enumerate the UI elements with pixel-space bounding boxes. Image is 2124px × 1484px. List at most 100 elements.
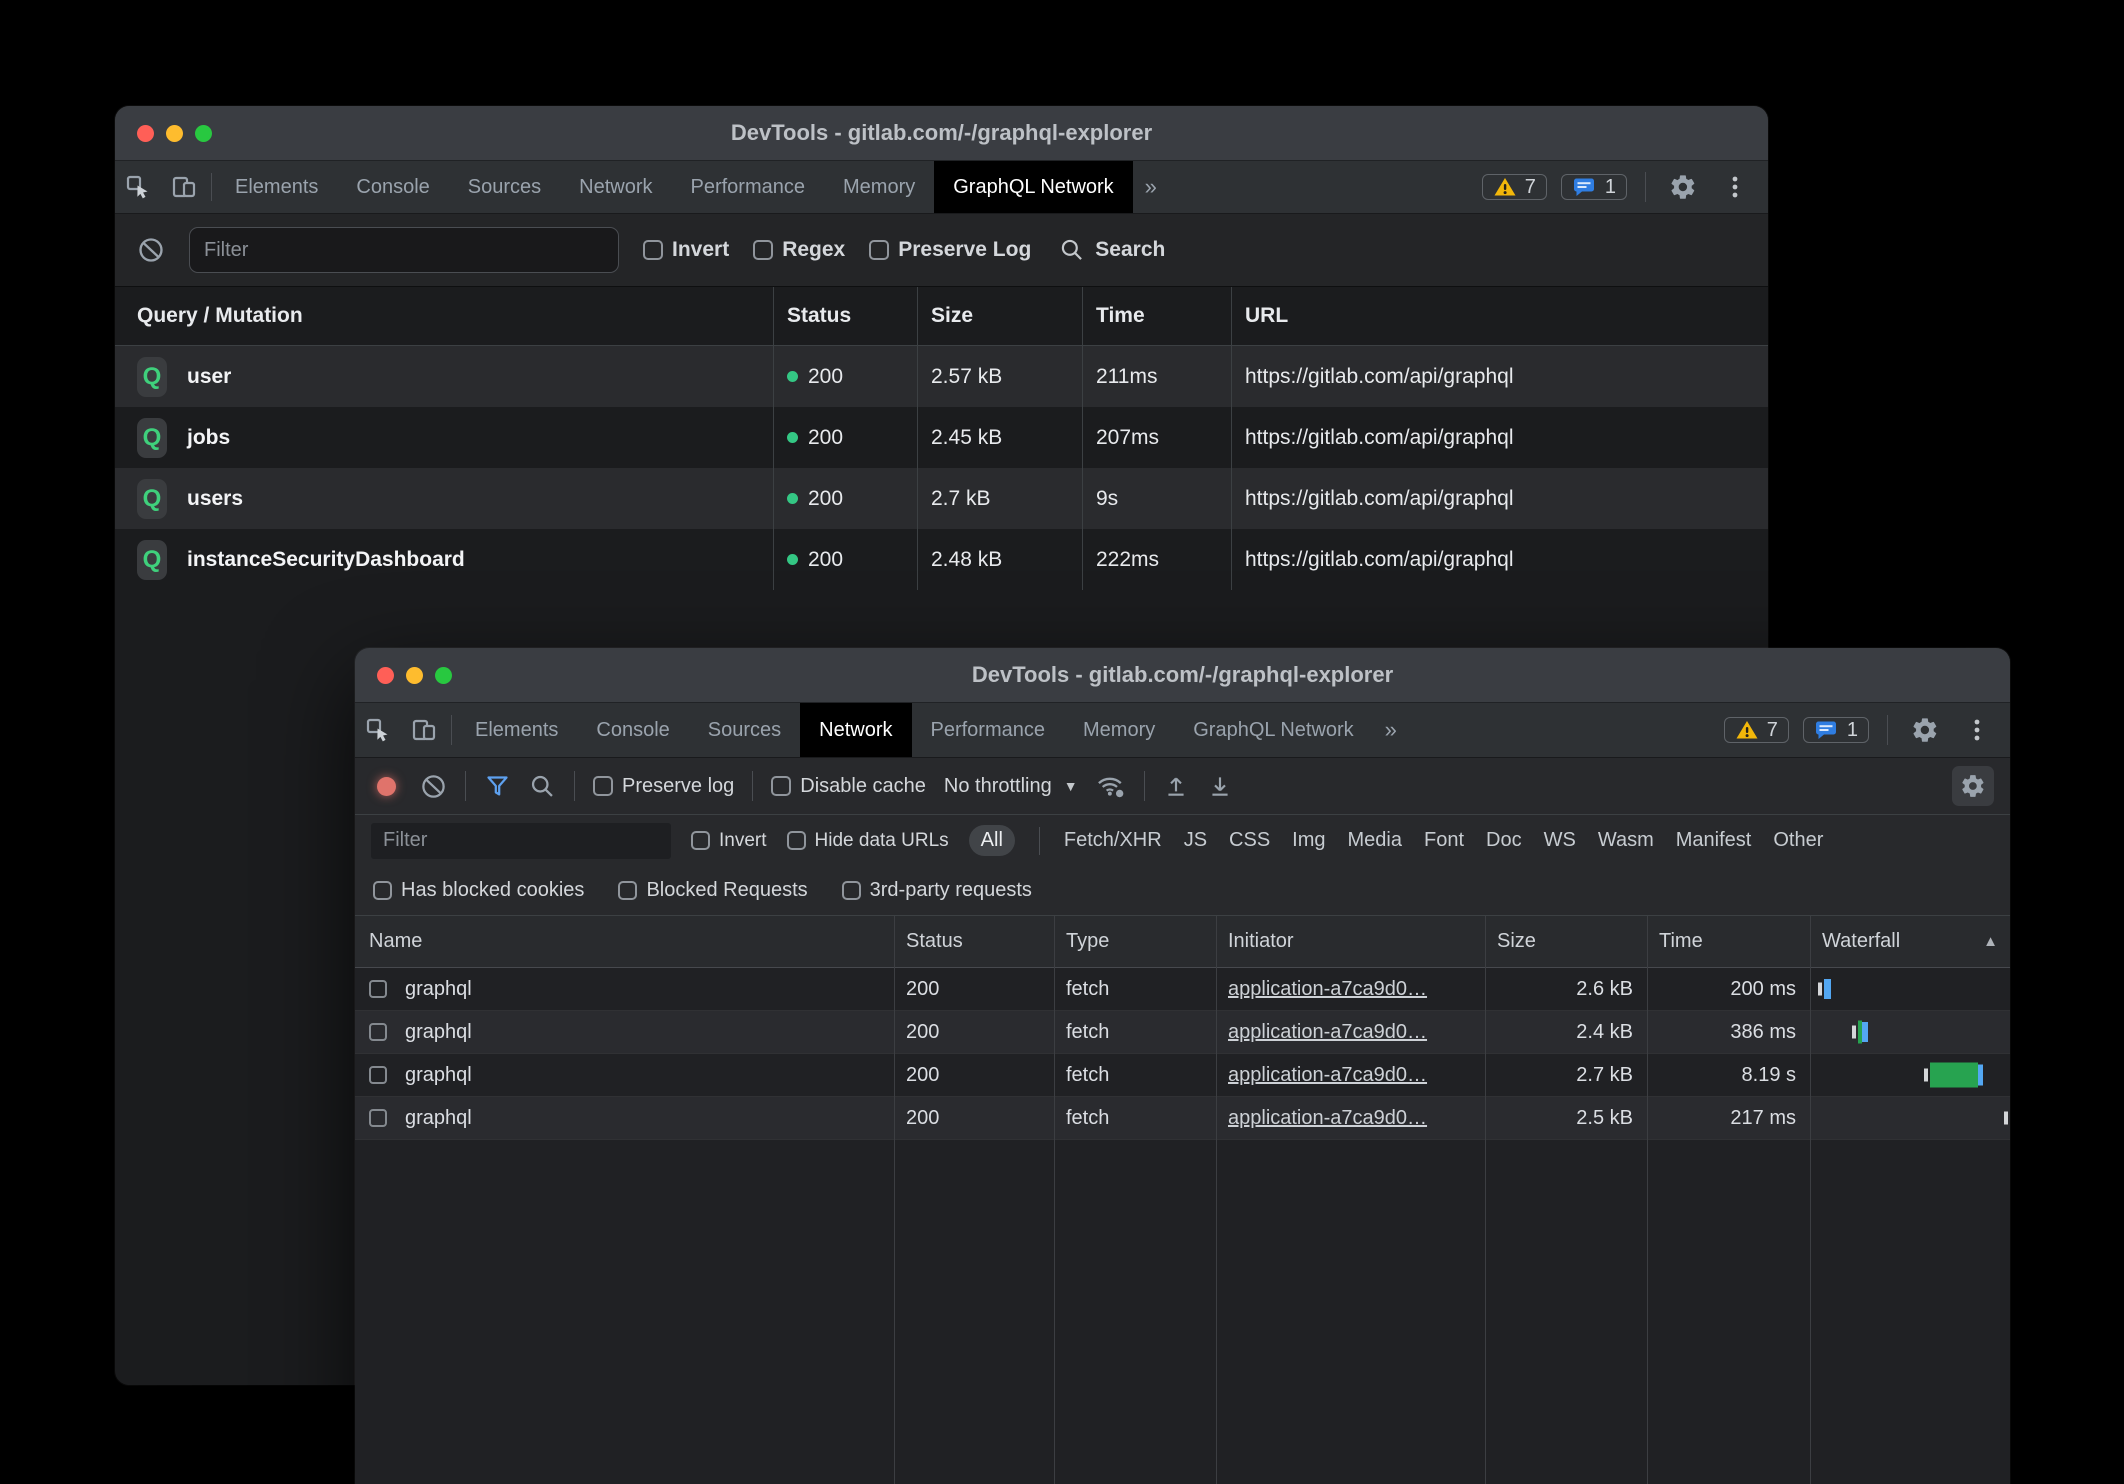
- issues-badge[interactable]: 1: [1803, 717, 1869, 743]
- issues-badge[interactable]: 1: [1561, 174, 1627, 200]
- title-bar[interactable]: DevTools - gitlab.com/-/graphql-explorer: [355, 648, 2010, 703]
- inspect-element-button[interactable]: [115, 161, 161, 213]
- header-url[interactable]: URL: [1231, 304, 1768, 328]
- third-party-requests-checkbox[interactable]: [842, 881, 861, 900]
- initiator-link[interactable]: application-a7ca9d0…: [1228, 1107, 1427, 1129]
- title-bar[interactable]: DevTools - gitlab.com/-/graphql-explorer: [115, 106, 1768, 161]
- tab-memory[interactable]: Memory: [824, 161, 934, 213]
- third-party-requests-checkbox-group[interactable]: 3rd-party requests: [842, 879, 1032, 902]
- waterfall-cell[interactable]: [1810, 1011, 2010, 1053]
- device-toolbar-button[interactable]: [161, 161, 207, 213]
- hide-data-urls-checkbox[interactable]: [787, 831, 806, 850]
- row-checkbox[interactable]: [369, 1023, 387, 1041]
- chip-manifest[interactable]: Manifest: [1676, 829, 1752, 852]
- tab-memory[interactable]: Memory: [1064, 703, 1174, 757]
- inspect-element-button[interactable]: [355, 703, 401, 757]
- chip-font[interactable]: Font: [1424, 829, 1464, 852]
- chip-all[interactable]: All: [969, 825, 1015, 856]
- header-size[interactable]: Size: [917, 304, 1082, 328]
- tab-elements[interactable]: Elements: [216, 161, 337, 213]
- has-blocked-cookies-checkbox[interactable]: [373, 881, 392, 900]
- filter-input[interactable]: [371, 823, 671, 859]
- filter-input[interactable]: [189, 227, 619, 273]
- import-har-button[interactable]: [1163, 773, 1189, 799]
- table-row[interactable]: graphql 200 fetch application-a7ca9d0… 2…: [355, 1054, 2010, 1097]
- search-control[interactable]: Search: [1059, 237, 1165, 263]
- tab-performance[interactable]: Performance: [672, 161, 825, 213]
- preserve-log-checkbox-group[interactable]: Preserve log: [593, 775, 734, 798]
- network-conditions-button[interactable]: [1096, 772, 1126, 800]
- chip-media[interactable]: Media: [1348, 829, 1402, 852]
- disable-cache-checkbox[interactable]: [771, 776, 791, 796]
- more-tabs-chevron[interactable]: »: [1373, 703, 1409, 757]
- tab-network[interactable]: Network: [560, 161, 671, 213]
- waterfall-cell[interactable]: [1810, 1097, 2010, 1139]
- header-time[interactable]: Time: [1647, 930, 1810, 953]
- table-row[interactable]: Q users 200 2.7 kB 9s https://gitlab.com…: [115, 468, 1768, 529]
- hide-data-urls-checkbox-group[interactable]: Hide data URLs: [787, 830, 949, 852]
- waterfall-cell[interactable]: [1810, 1054, 2010, 1096]
- preserve-log-checkbox[interactable]: [593, 776, 613, 796]
- initiator-link[interactable]: application-a7ca9d0…: [1228, 1064, 1427, 1086]
- row-checkbox[interactable]: [369, 1109, 387, 1127]
- blocked-requests-checkbox[interactable]: [618, 881, 637, 900]
- chip-fetch-xhr[interactable]: Fetch/XHR: [1064, 829, 1162, 852]
- device-toolbar-button[interactable]: [401, 703, 447, 757]
- record-network-log-button[interactable]: [377, 777, 396, 796]
- more-options-button[interactable]: [1712, 174, 1758, 200]
- chip-ws[interactable]: WS: [1544, 829, 1576, 852]
- chip-doc[interactable]: Doc: [1486, 829, 1522, 852]
- throttling-select[interactable]: No throttling ▼: [944, 775, 1078, 798]
- tab-graphql-network[interactable]: GraphQL Network: [934, 161, 1132, 213]
- chip-js[interactable]: JS: [1184, 829, 1207, 852]
- waterfall-cell[interactable]: [1810, 968, 2010, 1010]
- header-status[interactable]: Status: [894, 930, 1054, 953]
- header-type[interactable]: Type: [1054, 930, 1216, 953]
- initiator-link[interactable]: application-a7ca9d0…: [1228, 978, 1427, 1000]
- tab-performance[interactable]: Performance: [912, 703, 1065, 757]
- header-size[interactable]: Size: [1485, 930, 1647, 953]
- row-checkbox[interactable]: [369, 980, 387, 998]
- regex-checkbox[interactable]: [753, 240, 773, 260]
- blocked-requests-checkbox-group[interactable]: Blocked Requests: [618, 879, 807, 902]
- invert-checkbox[interactable]: [643, 240, 663, 260]
- clear-network-log-button[interactable]: [420, 773, 447, 800]
- tab-network[interactable]: Network: [800, 703, 911, 757]
- invert-checkbox[interactable]: [691, 831, 710, 850]
- invert-checkbox-group[interactable]: Invert: [691, 830, 767, 852]
- more-options-button[interactable]: [1954, 717, 2000, 743]
- settings-button[interactable]: [1660, 173, 1706, 201]
- disable-cache-checkbox-group[interactable]: Disable cache: [771, 775, 926, 798]
- warnings-badge[interactable]: 7: [1482, 174, 1547, 200]
- warnings-badge[interactable]: 7: [1724, 717, 1789, 743]
- table-row[interactable]: graphql 200 fetch application-a7ca9d0… 2…: [355, 968, 2010, 1011]
- settings-button[interactable]: [1902, 716, 1948, 744]
- preserve-log-checkbox[interactable]: [869, 240, 889, 260]
- regex-checkbox-group[interactable]: Regex: [753, 238, 845, 262]
- tab-elements[interactable]: Elements: [456, 703, 577, 757]
- network-settings-button[interactable]: [1952, 766, 1994, 806]
- filter-toggle-button[interactable]: [484, 773, 511, 800]
- chip-other[interactable]: Other: [1773, 829, 1823, 852]
- search-network-button[interactable]: [529, 773, 556, 800]
- header-name[interactable]: Name: [355, 930, 894, 953]
- has-blocked-cookies-checkbox-group[interactable]: Has blocked cookies: [373, 879, 584, 902]
- tab-sources[interactable]: Sources: [449, 161, 560, 213]
- chip-wasm[interactable]: Wasm: [1598, 829, 1654, 852]
- header-waterfall[interactable]: Waterfall ▲: [1810, 916, 2010, 967]
- initiator-link[interactable]: application-a7ca9d0…: [1228, 1021, 1427, 1043]
- table-row[interactable]: Q instanceSecurityDashboard 200 2.48 kB …: [115, 529, 1768, 590]
- clear-button[interactable]: [137, 236, 165, 264]
- chip-img[interactable]: Img: [1292, 829, 1325, 852]
- invert-checkbox-group[interactable]: Invert: [643, 238, 729, 262]
- preserve-log-checkbox-group[interactable]: Preserve Log: [869, 238, 1031, 262]
- chip-css[interactable]: CSS: [1229, 829, 1270, 852]
- tab-console[interactable]: Console: [337, 161, 448, 213]
- export-har-button[interactable]: [1207, 773, 1233, 799]
- table-row[interactable]: Q jobs 200 2.45 kB 207ms https://gitlab.…: [115, 407, 1768, 468]
- more-tabs-chevron[interactable]: »: [1133, 161, 1169, 213]
- table-row[interactable]: Q user 200 2.57 kB 211ms https://gitlab.…: [115, 346, 1768, 407]
- row-checkbox[interactable]: [369, 1066, 387, 1084]
- table-row[interactable]: graphql 200 fetch application-a7ca9d0… 2…: [355, 1011, 2010, 1054]
- header-time[interactable]: Time: [1082, 304, 1231, 328]
